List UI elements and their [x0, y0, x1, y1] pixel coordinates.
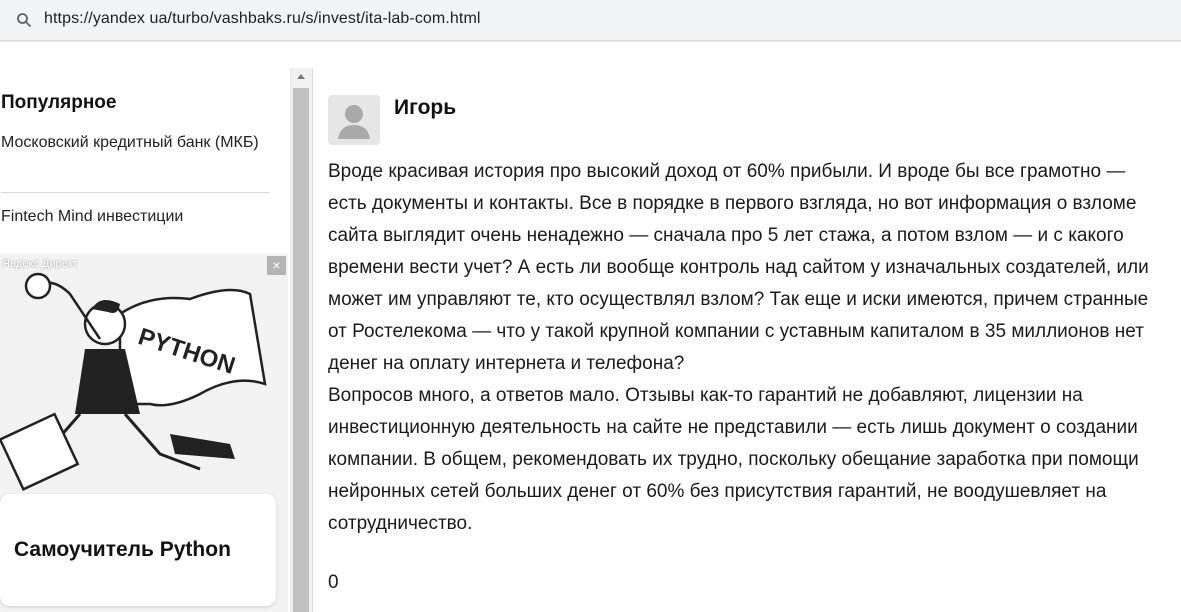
scroll-up-arrow-icon[interactable] [297, 74, 305, 79]
comment-body: Вроде красивая история про высокий доход… [328, 156, 1168, 540]
close-icon[interactable]: × [267, 256, 286, 275]
sidebar-item-mkb[interactable]: Московский кредитный банк (МКБ) [1, 132, 266, 154]
comment-paragraph: Вопросов много, а ответов мало. Отзывы к… [328, 385, 1139, 534]
comment-count: 0 [328, 572, 339, 593]
page-top-divider [0, 41, 1181, 42]
search-icon [17, 13, 32, 28]
ad-block[interactable]: PYTHON Яндекс Директ × Самоучитель Pytho… [0, 254, 288, 612]
avatar [328, 95, 380, 145]
url-text[interactable]: https://yandex ua/turbo/vashbaks.ru/s/in… [44, 10, 481, 28]
python-ad-illustration: PYTHON [0, 254, 288, 494]
ad-label: Яндекс Директ [2, 258, 78, 270]
scroll-thumb[interactable] [293, 88, 309, 612]
address-bar[interactable]: https://yandex ua/turbo/vashbaks.ru/s/in… [0, 0, 1181, 41]
sidebar-scrollbar[interactable] [290, 68, 312, 612]
sidebar-item-fintech-mind[interactable]: Fintech Mind инвестиции [1, 206, 266, 228]
ad-card[interactable]: Самоучитель Python [0, 494, 276, 606]
user-icon [338, 105, 370, 139]
sidebar: Популярное Московский кредитный банк (МК… [0, 68, 290, 612]
sidebar-divider [1, 192, 270, 193]
column-divider [312, 68, 313, 612]
comment-paragraph: Вроде красивая история про высокий доход… [328, 161, 1149, 374]
ad-card-title[interactable]: Самоучитель Python [14, 538, 231, 562]
sidebar-title: Популярное [1, 92, 117, 113]
comment-author: Игорь [394, 96, 457, 119]
